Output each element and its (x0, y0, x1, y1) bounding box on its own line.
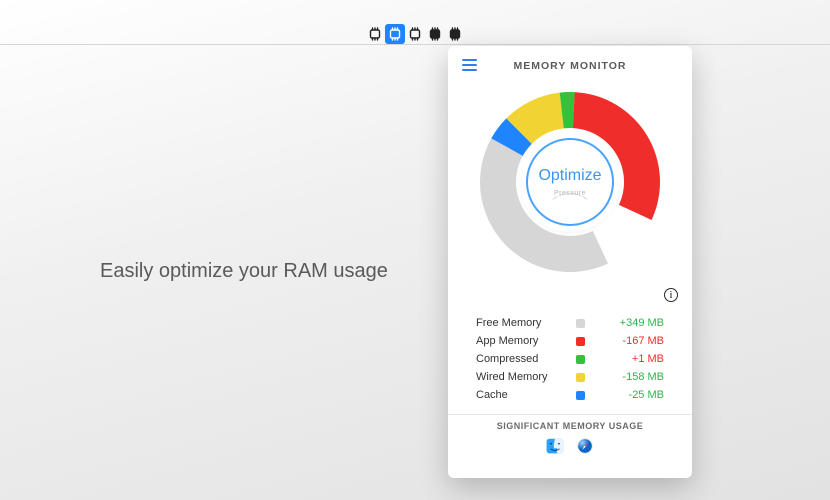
stat-label: Cache (476, 389, 576, 401)
stat-swatch (576, 319, 585, 328)
significant-usage-label: SIGNIFICANT MEMORY USAGE (460, 421, 680, 431)
stat-label: Wired Memory (476, 371, 576, 383)
stat-row: Compressed +1 MB (476, 350, 664, 368)
stat-value: -158 MB (599, 371, 664, 383)
menubar-chip-icon[interactable] (365, 24, 385, 44)
stat-swatch (576, 337, 585, 346)
memory-donut-chart: Optimize Pressure (470, 82, 670, 282)
stat-value: +349 MB (599, 317, 664, 329)
menubar (0, 24, 830, 46)
stat-value: +1 MB (599, 353, 664, 365)
stat-swatch (576, 373, 585, 382)
panel-title: MEMORY MONITOR (514, 60, 627, 72)
menubar-chip-icon-selected[interactable] (385, 24, 405, 44)
stat-value: -25 MB (599, 389, 664, 401)
pressure-label: Pressure (554, 190, 586, 197)
stat-row: Wired Memory -158 MB (476, 368, 664, 386)
safari-icon[interactable] (576, 437, 594, 455)
stat-label: App Memory (476, 335, 576, 347)
menubar-chip-icon[interactable] (405, 24, 425, 44)
menubar-chip-icon[interactable] (445, 24, 465, 44)
significant-usage-apps (460, 437, 680, 455)
menu-button[interactable] (462, 56, 480, 74)
stat-value: -167 MB (599, 335, 664, 347)
optimize-label: Optimize (538, 167, 601, 185)
finder-icon[interactable] (546, 437, 564, 455)
memory-monitor-panel: MEMORY MONITOR Optimize Pressure i Free … (448, 46, 692, 478)
menubar-divider (0, 44, 830, 45)
stat-row: App Memory -167 MB (476, 332, 664, 350)
stat-row: Cache -25 MB (476, 386, 664, 404)
panel-header: MEMORY MONITOR (460, 56, 680, 76)
memory-stats: Free Memory +349 MB App Memory -167 MB Compr… (460, 314, 680, 404)
marketing-tagline: Easily optimize your RAM usage (100, 260, 430, 283)
stat-label: Compressed (476, 353, 576, 365)
stat-swatch (576, 355, 585, 364)
menubar-icons (365, 24, 465, 44)
stat-row: Free Memory +349 MB (476, 314, 664, 332)
optimize-button[interactable]: Optimize Pressure (526, 138, 614, 226)
divider (448, 414, 692, 415)
stat-label: Free Memory (476, 317, 576, 329)
info-row: i (460, 288, 680, 306)
stat-swatch (576, 391, 585, 400)
menubar-chip-icon[interactable] (425, 24, 445, 44)
info-icon[interactable]: i (664, 288, 678, 302)
